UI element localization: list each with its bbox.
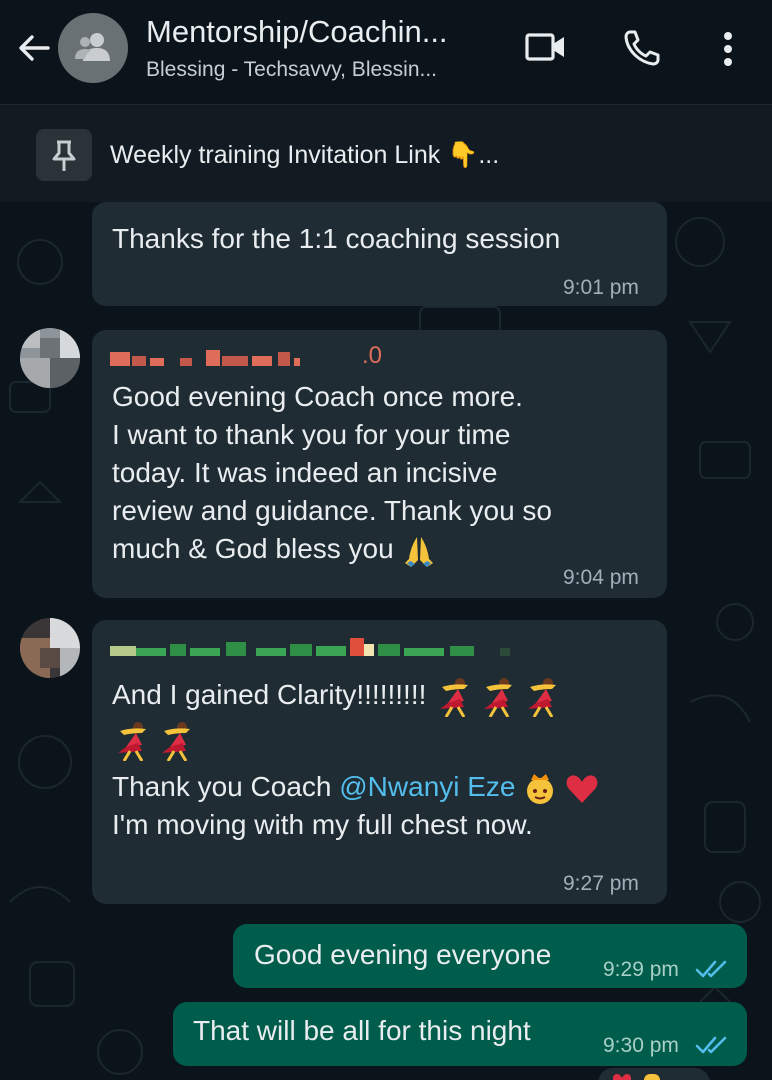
message-text: Good evening Coach once more. I want to …	[112, 378, 652, 569]
blurred-avatar-image	[20, 328, 80, 388]
pin-icon-box	[36, 129, 92, 181]
message-line: And I gained Clarity!!!!!!!!!	[112, 679, 427, 710]
chat-participants[interactable]: Blessing - Techsavvy, Blessin...	[146, 58, 437, 82]
message-time: 9:30 pm	[603, 1034, 679, 1057]
back-arrow-icon[interactable]	[14, 28, 54, 68]
message-text: That will be all for this night	[193, 1015, 531, 1046]
message-line: I'm moving with my full chest now.	[112, 809, 533, 840]
chat-header: Mentorship/Coachin... Blessing - Techsav…	[0, 0, 772, 104]
video-call-icon[interactable]	[524, 30, 568, 64]
message-time: 9:01 pm	[563, 276, 639, 299]
sender-avatar[interactable]	[20, 618, 80, 678]
pinned-message-text: Weekly training Invitation Link 👇...	[110, 141, 500, 169]
phone-icon[interactable]	[622, 28, 662, 68]
message-line: today. It was indeed an incisive	[112, 457, 498, 488]
sender-avatar[interactable]	[20, 328, 80, 388]
read-receipt-icon	[695, 960, 727, 978]
dancer-emoji	[118, 720, 192, 761]
blurred-sender-name	[110, 350, 300, 366]
blurred-avatar-image	[20, 618, 80, 678]
clapping-hands-emoji	[644, 1074, 660, 1080]
message-text: And I gained Clarity!!!!!!!!! Thank you …	[112, 676, 662, 844]
message-list[interactable]: Thanks for the 1:1 coaching session 9:01…	[0, 202, 772, 1080]
message-bubble-outgoing[interactable]: Good evening everyone 9:29 pm	[233, 924, 747, 988]
dancer-emoji	[440, 676, 558, 717]
message-line: Good evening Coach once more.	[112, 381, 523, 412]
message-bubble-outgoing[interactable]: That will be all for this night 9:30 pm	[173, 1002, 747, 1066]
message-time: 9:29 pm	[603, 958, 679, 981]
message-bubble-incoming[interactable]: And I gained Clarity!!!!!!!!! Thank you …	[92, 620, 667, 904]
folded-hands-emoji	[405, 536, 434, 567]
message-text: Thanks for the 1:1 coaching session	[112, 223, 561, 254]
message-text: Good evening everyone	[254, 939, 552, 970]
group-avatar-icon	[75, 33, 110, 61]
read-receipt-icon	[695, 1036, 727, 1054]
user-mention-link[interactable]: @Nwanyi Eze	[339, 771, 515, 802]
blurred-sender-name	[110, 638, 510, 656]
sender-name-suffix: .0	[362, 342, 383, 369]
reaction-chip[interactable]	[598, 1068, 710, 1080]
message-bubble-incoming[interactable]: .0 Good evening Coach once more. I want …	[92, 330, 667, 598]
message-line: much & God bless you	[112, 533, 394, 564]
message-bubble-incoming[interactable]: Thanks for the 1:1 coaching session 9:01…	[92, 202, 667, 306]
princess-emoji	[527, 773, 554, 804]
chat-title[interactable]: Mentorship/Coachin...	[146, 14, 448, 50]
pin-icon	[52, 140, 76, 171]
pinned-message-bar[interactable]: Weekly training Invitation Link 👇...	[0, 104, 772, 203]
more-options-icon[interactable]	[718, 30, 738, 70]
message-line: review and guidance. Thank you so	[112, 495, 552, 526]
message-line: I want to thank you for your time	[112, 419, 511, 450]
heart-emoji	[566, 775, 598, 803]
message-time: 9:27 pm	[563, 872, 639, 895]
group-avatar[interactable]	[58, 13, 128, 83]
message-line: Thank you Coach	[112, 771, 340, 802]
heart-emoji	[612, 1074, 632, 1080]
message-time: 9:04 pm	[563, 566, 639, 589]
